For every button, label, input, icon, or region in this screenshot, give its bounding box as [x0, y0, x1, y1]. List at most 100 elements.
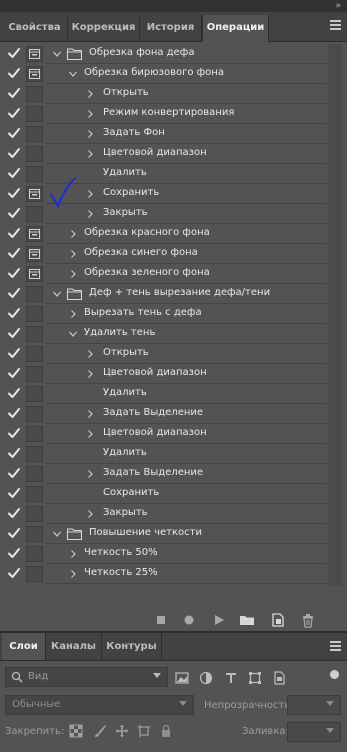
action-set-row[interactable]: Обрезка фона дефа — [4, 44, 326, 64]
action-row[interactable]: Четкость 25% — [4, 564, 326, 584]
action-step-row[interactable]: Задать Выделение — [4, 464, 326, 484]
toggle-item-check-icon[interactable] — [7, 426, 23, 442]
action-item-body[interactable]: Удалить — [46, 384, 326, 404]
action-step-row[interactable]: Цветовой диапазон — [4, 424, 326, 444]
toggle-dialog-icon[interactable] — [26, 366, 43, 382]
toggle-dialog-icon[interactable] — [26, 526, 43, 542]
toggle-dialog-icon[interactable] — [26, 406, 43, 422]
fill-field[interactable] — [287, 722, 341, 742]
chevron-right-icon[interactable] — [85, 208, 95, 220]
action-item-body[interactable]: Удалить тень — [46, 324, 326, 344]
toggle-item-check-icon[interactable] — [7, 366, 23, 382]
chevron-down-icon[interactable] — [52, 288, 62, 300]
action-row[interactable]: Обрезка бирюзового фона — [4, 64, 326, 84]
action-step-row[interactable]: Закрыть — [4, 204, 326, 224]
action-item-body[interactable]: Вырезать тень с дефа — [46, 304, 326, 324]
action-item-body[interactable]: Цветовой диапазон — [46, 364, 326, 384]
toggle-item-check-icon[interactable] — [7, 446, 23, 462]
toggle-dialog-icon[interactable] — [26, 186, 43, 202]
filter-toggle-icon[interactable] — [330, 670, 339, 679]
action-row[interactable]: Четкость 50% — [4, 544, 326, 564]
chevron-down-icon[interactable] — [52, 48, 62, 60]
action-item-body[interactable]: Деф + тень вырезание дефа/тени — [46, 284, 326, 304]
toggle-dialog-icon[interactable] — [26, 66, 43, 82]
chevron-right-icon[interactable] — [85, 188, 95, 200]
lock-position-icon[interactable] — [115, 724, 129, 738]
adjustment-layer-filter-icon[interactable] — [199, 671, 213, 685]
blend-mode-select[interactable]: Обычные — [5, 695, 194, 715]
delete-icon[interactable] — [300, 612, 316, 628]
action-set-row[interactable]: Повышение четкости — [4, 524, 326, 544]
layers-panel-menu-icon[interactable] — [330, 641, 341, 651]
toggle-dialog-icon[interactable] — [26, 166, 43, 182]
toggle-item-check-icon[interactable] — [7, 86, 23, 102]
collapse-panels-icon[interactable]: » — [335, 1, 340, 11]
toggle-item-check-icon[interactable] — [7, 266, 23, 282]
toggle-item-check-icon[interactable] — [7, 566, 23, 582]
action-step-row[interactable]: Удалить — [4, 384, 326, 404]
chevron-right-icon[interactable] — [85, 348, 95, 360]
action-step-row[interactable]: Удалить — [4, 164, 326, 184]
chevron-down-icon[interactable] — [68, 68, 78, 80]
toggle-item-check-icon[interactable] — [7, 246, 23, 262]
action-item-body[interactable]: Обрезка зеленого фона — [46, 264, 326, 284]
toggle-dialog-icon[interactable] — [26, 546, 43, 562]
action-step-row[interactable]: Открыть — [4, 344, 326, 364]
tab-adjustments[interactable]: Коррекция — [68, 15, 140, 42]
chevron-right-icon[interactable] — [85, 148, 95, 160]
chevron-right-icon[interactable] — [85, 408, 95, 420]
tab-layers[interactable]: Слои — [2, 633, 46, 660]
record-icon[interactable] — [181, 612, 197, 628]
toggle-dialog-icon[interactable] — [26, 206, 43, 222]
chevron-right-icon[interactable] — [85, 128, 95, 140]
toggle-dialog-icon[interactable] — [26, 86, 43, 102]
toggle-dialog-icon[interactable] — [26, 326, 43, 342]
panel-menu-icon[interactable] — [330, 20, 341, 30]
kind-filter-select[interactable]: Вид — [5, 667, 168, 687]
chevron-right-icon[interactable] — [85, 88, 95, 100]
tab-paths[interactable]: Контуры — [102, 633, 162, 660]
action-item-body[interactable]: Закрыть — [46, 504, 326, 524]
action-item-body[interactable]: Обрезка фона дефа — [46, 44, 326, 64]
toggle-item-check-icon[interactable] — [7, 126, 23, 142]
toggle-dialog-icon[interactable] — [26, 346, 43, 362]
toggle-dialog-icon[interactable] — [26, 306, 43, 322]
new-set-icon[interactable] — [239, 612, 255, 628]
toggle-dialog-icon[interactable] — [26, 266, 43, 282]
type-layer-filter-icon[interactable] — [224, 671, 238, 685]
lock-artboard-icon[interactable] — [137, 724, 151, 738]
toggle-dialog-icon[interactable] — [26, 246, 43, 262]
toggle-item-check-icon[interactable] — [7, 486, 23, 502]
toggle-item-check-icon[interactable] — [7, 506, 23, 522]
toggle-item-check-icon[interactable] — [7, 166, 23, 182]
action-step-row[interactable]: Закрыть — [4, 504, 326, 524]
action-item-body[interactable]: Задать Фон — [46, 124, 326, 144]
chevron-right-icon[interactable] — [68, 228, 78, 240]
toggle-dialog-icon[interactable] — [26, 126, 43, 142]
action-item-body[interactable]: Сохранить — [46, 184, 326, 204]
toggle-item-check-icon[interactable] — [7, 106, 23, 122]
action-item-body[interactable]: Обрезка красного фона — [46, 224, 326, 244]
toggle-dialog-icon[interactable] — [26, 486, 43, 502]
action-item-body[interactable]: Цветовой диапазон — [46, 144, 326, 164]
toggle-item-check-icon[interactable] — [7, 526, 23, 542]
action-item-body[interactable]: Открыть — [46, 344, 326, 364]
action-step-row[interactable]: Задать Фон — [4, 124, 326, 144]
action-item-body[interactable]: Четкость 25% — [46, 564, 326, 584]
toggle-dialog-icon[interactable] — [26, 286, 43, 302]
chevron-down-icon[interactable] — [68, 328, 78, 340]
toggle-item-check-icon[interactable] — [7, 286, 23, 302]
action-step-row[interactable]: Удалить — [4, 444, 326, 464]
toggle-item-check-icon[interactable] — [7, 466, 23, 482]
toggle-dialog-icon[interactable] — [26, 466, 43, 482]
action-step-row[interactable]: Открыть — [4, 84, 326, 104]
toggle-dialog-icon[interactable] — [26, 146, 43, 162]
new-action-icon[interactable] — [270, 612, 286, 628]
action-step-row[interactable]: Цветовой диапазон — [4, 144, 326, 164]
chevron-right-icon[interactable] — [85, 508, 95, 520]
action-item-body[interactable]: Четкость 50% — [46, 544, 326, 564]
chevron-right-icon[interactable] — [68, 548, 78, 560]
toggle-item-check-icon[interactable] — [7, 146, 23, 162]
chevron-right-icon[interactable] — [68, 308, 78, 320]
action-item-body[interactable]: Закрыть — [46, 204, 326, 224]
